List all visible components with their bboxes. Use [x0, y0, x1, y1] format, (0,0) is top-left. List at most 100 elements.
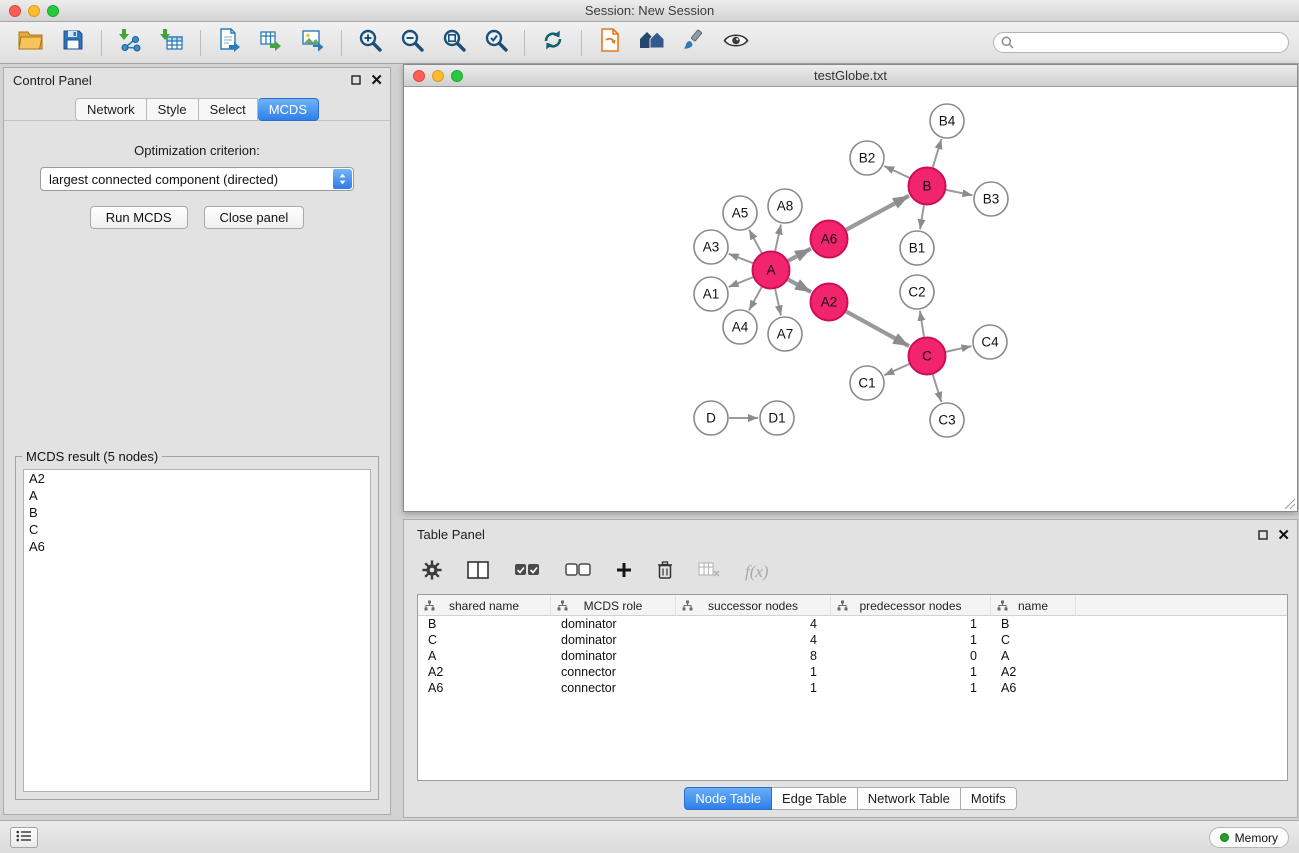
- zoom-in-button[interactable]: [349, 26, 391, 60]
- network-node-C4[interactable]: C4: [973, 325, 1007, 359]
- import-network-button[interactable]: [109, 26, 151, 60]
- network-node-A2[interactable]: A2: [811, 284, 848, 321]
- delete-column-button[interactable]: [657, 561, 673, 584]
- table-settings-button[interactable]: [422, 560, 442, 585]
- network-node-B[interactable]: B: [909, 168, 946, 205]
- close-panel-icon[interactable]: ✕: [370, 74, 383, 88]
- network-node-A3[interactable]: A3: [694, 230, 728, 264]
- zoom-window-button[interactable]: [47, 5, 59, 17]
- network-zoom-button[interactable]: [451, 70, 463, 82]
- network-window-titlebar[interactable]: testGlobe.txt: [404, 65, 1297, 87]
- minimize-window-button[interactable]: [28, 5, 40, 17]
- network-edge-B-B4[interactable]: [933, 139, 942, 167]
- apply-style-button[interactable]: [673, 26, 715, 60]
- import-file-button[interactable]: [589, 26, 631, 60]
- table-row[interactable]: Bdominator41B: [418, 616, 1287, 632]
- table-row[interactable]: A6connector11A6: [418, 680, 1287, 696]
- mcds-result-item[interactable]: A2: [24, 470, 370, 487]
- column-browser-button[interactable]: [467, 561, 489, 584]
- column-header-shared-name[interactable]: shared name: [418, 595, 551, 616]
- tab-motifs[interactable]: Motifs: [961, 787, 1017, 810]
- network-minimize-button[interactable]: [432, 70, 444, 82]
- network-node-A1[interactable]: A1: [694, 277, 728, 311]
- network-edge-C-C4[interactable]: [946, 346, 971, 352]
- network-edge-C-C3[interactable]: [933, 375, 942, 402]
- close-window-button[interactable]: [9, 5, 21, 17]
- network-node-A7[interactable]: A7: [768, 317, 802, 351]
- network-node-A6[interactable]: A6: [811, 221, 848, 258]
- network-node-B3[interactable]: B3: [974, 182, 1008, 216]
- close-panel-icon[interactable]: ✕: [1277, 529, 1290, 543]
- delete-table-button[interactable]: [698, 562, 720, 583]
- memory-button[interactable]: Memory: [1209, 827, 1289, 848]
- network-node-B4[interactable]: B4: [930, 104, 964, 138]
- network-canvas[interactable]: AA6A2BCA5A8A3A1A4A7B2B4B3B1C2C4C1C3DD1: [404, 88, 1297, 511]
- network-edge-C-C1[interactable]: [884, 364, 909, 375]
- deselect-all-columns-button[interactable]: [565, 563, 591, 582]
- network-close-button[interactable]: [413, 70, 425, 82]
- network-edge-B-B3[interactable]: [946, 190, 972, 195]
- network-edge-A-A5[interactable]: [749, 230, 762, 253]
- criterion-dropdown[interactable]: largest connected component (directed): [40, 167, 354, 191]
- network-edge-A-A7[interactable]: [775, 289, 781, 315]
- save-session-button[interactable]: [52, 26, 94, 60]
- table-row[interactable]: A2connector11A2: [418, 664, 1287, 680]
- network-edge-A-A3[interactable]: [729, 254, 753, 263]
- network-edge-A2-C[interactable]: [846, 311, 909, 346]
- control-tab-style[interactable]: Style: [147, 98, 199, 121]
- network-node-D[interactable]: D: [694, 401, 728, 435]
- control-tab-select[interactable]: Select: [199, 98, 258, 121]
- network-node-D1[interactable]: D1: [760, 401, 794, 435]
- mcds-result-item[interactable]: A: [24, 487, 370, 504]
- network-edge-A6-B[interactable]: [846, 196, 909, 230]
- float-panel-icon[interactable]: [1258, 527, 1268, 545]
- open-session-button[interactable]: [10, 26, 52, 60]
- control-tab-mcds[interactable]: MCDS: [258, 98, 319, 121]
- table-row[interactable]: Adominator80A: [418, 648, 1287, 664]
- task-history-button[interactable]: [10, 827, 38, 848]
- tab-network-table[interactable]: Network Table: [858, 787, 961, 810]
- tab-node-table[interactable]: Node Table: [684, 787, 772, 810]
- network-edge-C-C2[interactable]: [920, 311, 924, 337]
- export-network-button[interactable]: [208, 26, 250, 60]
- run-mcds-button[interactable]: Run MCDS: [90, 206, 188, 229]
- home-button[interactable]: [631, 26, 673, 60]
- tab-edge-table[interactable]: Edge Table: [772, 787, 858, 810]
- network-node-A[interactable]: A: [753, 252, 790, 289]
- network-edge-B-B1[interactable]: [920, 205, 924, 229]
- column-header-mcds-role[interactable]: MCDS role: [551, 595, 676, 616]
- network-node-B2[interactable]: B2: [850, 141, 884, 175]
- network-node-C[interactable]: C: [909, 338, 946, 375]
- network-edge-B-B2[interactable]: [884, 166, 909, 178]
- network-node-A8[interactable]: A8: [768, 189, 802, 223]
- column-header-successor-nodes[interactable]: successor nodes: [676, 595, 831, 616]
- network-node-C3[interactable]: C3: [930, 403, 964, 437]
- network-edge-A-A2[interactable]: [788, 279, 811, 292]
- zoom-selected-button[interactable]: [475, 26, 517, 60]
- network-node-C2[interactable]: C2: [900, 275, 934, 309]
- mcds-result-item[interactable]: A6: [24, 538, 370, 555]
- zoom-fit-button[interactable]: [433, 26, 475, 60]
- table-row[interactable]: Cdominator41C: [418, 632, 1287, 648]
- show-graphics-details-button[interactable]: [715, 26, 757, 60]
- column-header-name[interactable]: name: [991, 595, 1076, 616]
- add-column-button[interactable]: [616, 562, 632, 583]
- control-tab-network[interactable]: Network: [75, 98, 147, 121]
- mcds-result-item[interactable]: B: [24, 504, 370, 521]
- refresh-view-button[interactable]: [532, 26, 574, 60]
- network-edge-A-A4[interactable]: [749, 287, 762, 310]
- float-panel-icon[interactable]: [351, 72, 361, 90]
- network-edge-A-A6[interactable]: [788, 249, 811, 261]
- network-node-C1[interactable]: C1: [850, 366, 884, 400]
- network-edge-A-A1[interactable]: [729, 277, 753, 287]
- close-panel-button[interactable]: Close panel: [204, 206, 305, 229]
- network-edge-A-A8[interactable]: [775, 225, 781, 251]
- column-header-predecessor-nodes[interactable]: predecessor nodes: [831, 595, 991, 616]
- search-input[interactable]: [993, 32, 1289, 53]
- export-image-button[interactable]: [292, 26, 334, 60]
- network-node-A4[interactable]: A4: [723, 310, 757, 344]
- network-node-B1[interactable]: B1: [900, 231, 934, 265]
- select-all-columns-button[interactable]: [514, 563, 540, 582]
- import-table-button[interactable]: [151, 26, 193, 60]
- function-builder-button[interactable]: f(x): [745, 562, 769, 582]
